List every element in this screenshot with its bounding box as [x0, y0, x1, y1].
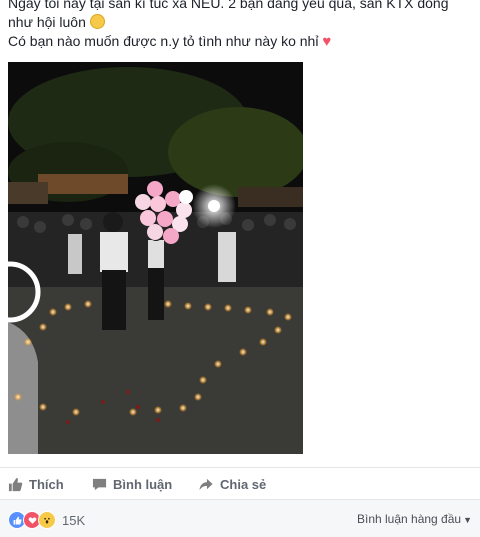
- comment-sort-label: Bình luận hàng đầu: [356, 512, 462, 526]
- comment-label: Bình luận: [113, 476, 173, 492]
- reactions-summary[interactable]: 15K: [8, 511, 85, 529]
- post-line-2-text: như hội luôn: [8, 14, 86, 30]
- post-line-3: Có bạn nào muốn được n.y tỏ tình như này…: [8, 32, 474, 51]
- actions-top-divider: [0, 467, 480, 468]
- wow-reaction-icon: [38, 511, 56, 529]
- post-photo[interactable]: [8, 62, 303, 454]
- reaction-count: 15K: [62, 512, 86, 528]
- caret-down-icon: ▼: [463, 515, 472, 525]
- share-button[interactable]: Chia sẻ: [198, 470, 266, 498]
- comment-sort-dropdown[interactable]: Bình luận hàng đầu ▼: [357, 512, 472, 526]
- action-bar: Thích Bình luận Chia sẻ: [0, 470, 480, 498]
- share-label: Chia sẻ: [220, 476, 267, 492]
- like-label: Thích: [29, 476, 64, 492]
- comment-icon: [92, 478, 107, 490]
- share-arrow-icon: [199, 478, 213, 490]
- like-button[interactable]: Thích: [8, 470, 64, 498]
- thumbs-up-icon: [8, 477, 23, 491]
- photo-scene: [8, 62, 303, 454]
- post-text: Ngày tối nay tại sân kí túc xá NEU. 2 bạ…: [8, 0, 474, 51]
- post-line-2: như hội luôn: [8, 13, 474, 32]
- comment-button[interactable]: Bình luận: [92, 470, 172, 498]
- heart-emoji-icon: ♥: [322, 33, 332, 50]
- reactions-footer: 15K Bình luận hàng đầu ▼: [0, 500, 480, 537]
- post-line-3-text: Có bạn nào muốn được n.y tỏ tình như này…: [8, 33, 319, 49]
- grin-emoji-icon: [89, 14, 105, 29]
- post-line-1: Ngày tối nay tại sân kí túc xá NEU. 2 bạ…: [8, 0, 449, 11]
